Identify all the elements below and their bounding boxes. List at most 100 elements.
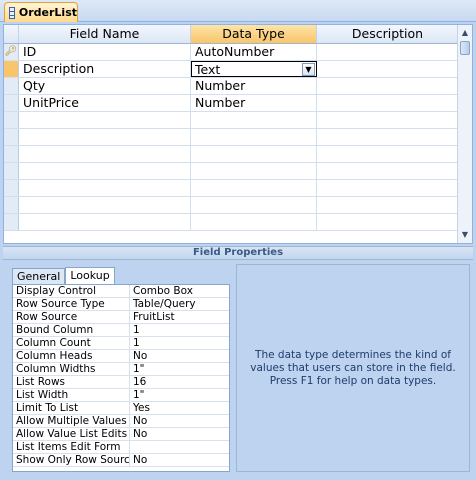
row-selector[interactable]	[4, 197, 19, 213]
field-row[interactable]: Qty Number	[4, 78, 458, 95]
field-row[interactable]: 🔑︎ ID AutoNumber	[4, 44, 458, 61]
property-row[interactable]: Allow Value List Edits No	[13, 428, 229, 441]
description-cell[interactable]	[317, 112, 458, 128]
property-value[interactable]	[130, 441, 229, 453]
property-name: Column Count	[13, 337, 130, 349]
data-type-cell[interactable]: AutoNumber	[191, 44, 317, 60]
property-row[interactable]: Bound Column 1	[13, 324, 229, 337]
empty-row[interactable]	[4, 214, 458, 231]
field-row[interactable]: Description Text ▼	[4, 61, 458, 78]
property-row[interactable]: Column Heads No	[13, 350, 229, 363]
scrollbar-thumb[interactable]	[460, 41, 470, 55]
field-name-cell[interactable]	[19, 112, 191, 128]
data-type-cell[interactable]	[191, 163, 317, 179]
description-cell[interactable]	[317, 163, 458, 179]
empty-row[interactable]	[4, 112, 458, 129]
document-tab-orderlist[interactable]: OrderList	[4, 2, 78, 22]
field-name-cell[interactable]: Qty	[19, 78, 191, 94]
vertical-scrollbar[interactable]: ▲ ▼	[457, 25, 472, 243]
property-value[interactable]: No	[130, 454, 229, 466]
scroll-up-arrow-icon[interactable]: ▲	[459, 26, 471, 40]
row-selector[interactable]	[4, 95, 19, 111]
row-selector[interactable]	[4, 112, 19, 128]
property-value[interactable]: No	[130, 428, 229, 440]
data-type-cell[interactable]	[191, 129, 317, 145]
property-value[interactable]: 1"	[130, 389, 229, 401]
property-row[interactable]: Show Only Row Source ValuesNo	[13, 454, 229, 467]
description-cell[interactable]	[317, 129, 458, 145]
description-cell[interactable]	[317, 61, 458, 77]
field-name-cell[interactable]	[19, 180, 191, 196]
description-cell[interactable]	[317, 146, 458, 162]
field-name-cell[interactable]: UnitPrice	[19, 95, 191, 111]
property-value[interactable]: 1	[130, 324, 229, 336]
property-name: Column Heads	[13, 350, 130, 362]
property-row[interactable]: List Width 1"	[13, 389, 229, 402]
field-name-cell[interactable]	[19, 129, 191, 145]
property-value[interactable]: No	[130, 350, 229, 362]
empty-row[interactable]	[4, 146, 458, 163]
description-cell[interactable]	[317, 78, 458, 94]
table-design-grid: Field Name Data Type Description 🔑︎ ID A…	[3, 24, 473, 244]
field-name-cell[interactable]	[19, 146, 191, 162]
scroll-down-arrow-icon[interactable]: ▼	[459, 228, 471, 242]
property-name: Show Only Row Source Values	[13, 454, 130, 466]
data-type-cell[interactable]	[191, 197, 317, 213]
data-type-header: Data Type	[191, 25, 317, 43]
property-row[interactable]: Row Source Type Table/Query	[13, 298, 229, 311]
property-value[interactable]: Combo Box	[130, 285, 229, 297]
row-selector[interactable]	[4, 146, 19, 162]
property-value[interactable]: 1"	[130, 363, 229, 375]
description-cell[interactable]	[317, 180, 458, 196]
property-row[interactable]: Row Source FruitList	[13, 311, 229, 324]
row-selector[interactable]	[4, 180, 19, 196]
row-selector[interactable]	[4, 214, 19, 230]
row-selector[interactable]	[4, 78, 19, 94]
property-row[interactable]: List Rows 16	[13, 376, 229, 389]
property-value[interactable]: FruitList	[130, 311, 229, 323]
property-value[interactable]: 1	[130, 337, 229, 349]
description-cell[interactable]	[317, 214, 458, 230]
property-row[interactable]: Display Control Combo Box	[13, 285, 229, 298]
data-type-cell[interactable]: Number	[191, 95, 317, 111]
property-row[interactable]: Column Widths 1"	[13, 363, 229, 376]
empty-row[interactable]	[4, 129, 458, 146]
description-cell[interactable]	[317, 44, 458, 60]
data-type-cell[interactable]	[191, 146, 317, 162]
field-name-cell[interactable]	[19, 214, 191, 230]
row-selector[interactable]	[4, 163, 19, 179]
empty-row[interactable]	[4, 197, 458, 214]
property-value[interactable]: Table/Query	[130, 298, 229, 310]
tab-lookup[interactable]: Lookup	[65, 267, 115, 285]
field-name-cell[interactable]: Description	[19, 61, 191, 77]
property-row[interactable]: List Items Edit Form	[13, 441, 229, 454]
document-tab-label: OrderList	[18, 6, 77, 19]
dropdown-arrow-icon[interactable]: ▼	[302, 63, 315, 76]
description-cell[interactable]	[317, 197, 458, 213]
row-selector[interactable]	[4, 61, 19, 77]
empty-row[interactable]	[4, 180, 458, 197]
field-row[interactable]: UnitPrice Number	[4, 95, 458, 112]
data-type-cell[interactable]	[191, 214, 317, 230]
property-row[interactable]: Limit To List Yes	[13, 402, 229, 415]
field-name-cell[interactable]	[19, 163, 191, 179]
empty-row[interactable]	[4, 163, 458, 180]
data-type-cell[interactable]: Number	[191, 78, 317, 94]
data-type-combo[interactable]: Text ▼	[191, 61, 317, 77]
field-name-cell[interactable]: ID	[19, 44, 191, 60]
field-name-cell[interactable]	[19, 197, 191, 213]
description-cell[interactable]	[317, 95, 458, 111]
property-value[interactable]: Yes	[130, 402, 229, 414]
row-selector[interactable]: 🔑︎	[4, 44, 19, 60]
grid-header: Field Name Data Type Description	[4, 25, 458, 44]
property-row[interactable]: Column Count 1	[13, 337, 229, 350]
tab-general[interactable]: General	[12, 268, 66, 284]
row-selector[interactable]	[4, 129, 19, 145]
property-value[interactable]: 16	[130, 376, 229, 388]
data-type-cell[interactable]	[191, 112, 317, 128]
property-value[interactable]: No	[130, 415, 229, 427]
property-row[interactable]: Allow Multiple Values No	[13, 415, 229, 428]
row-selector-header[interactable]	[4, 25, 19, 43]
field-properties-title: Field Properties	[3, 246, 473, 260]
data-type-cell[interactable]	[191, 180, 317, 196]
